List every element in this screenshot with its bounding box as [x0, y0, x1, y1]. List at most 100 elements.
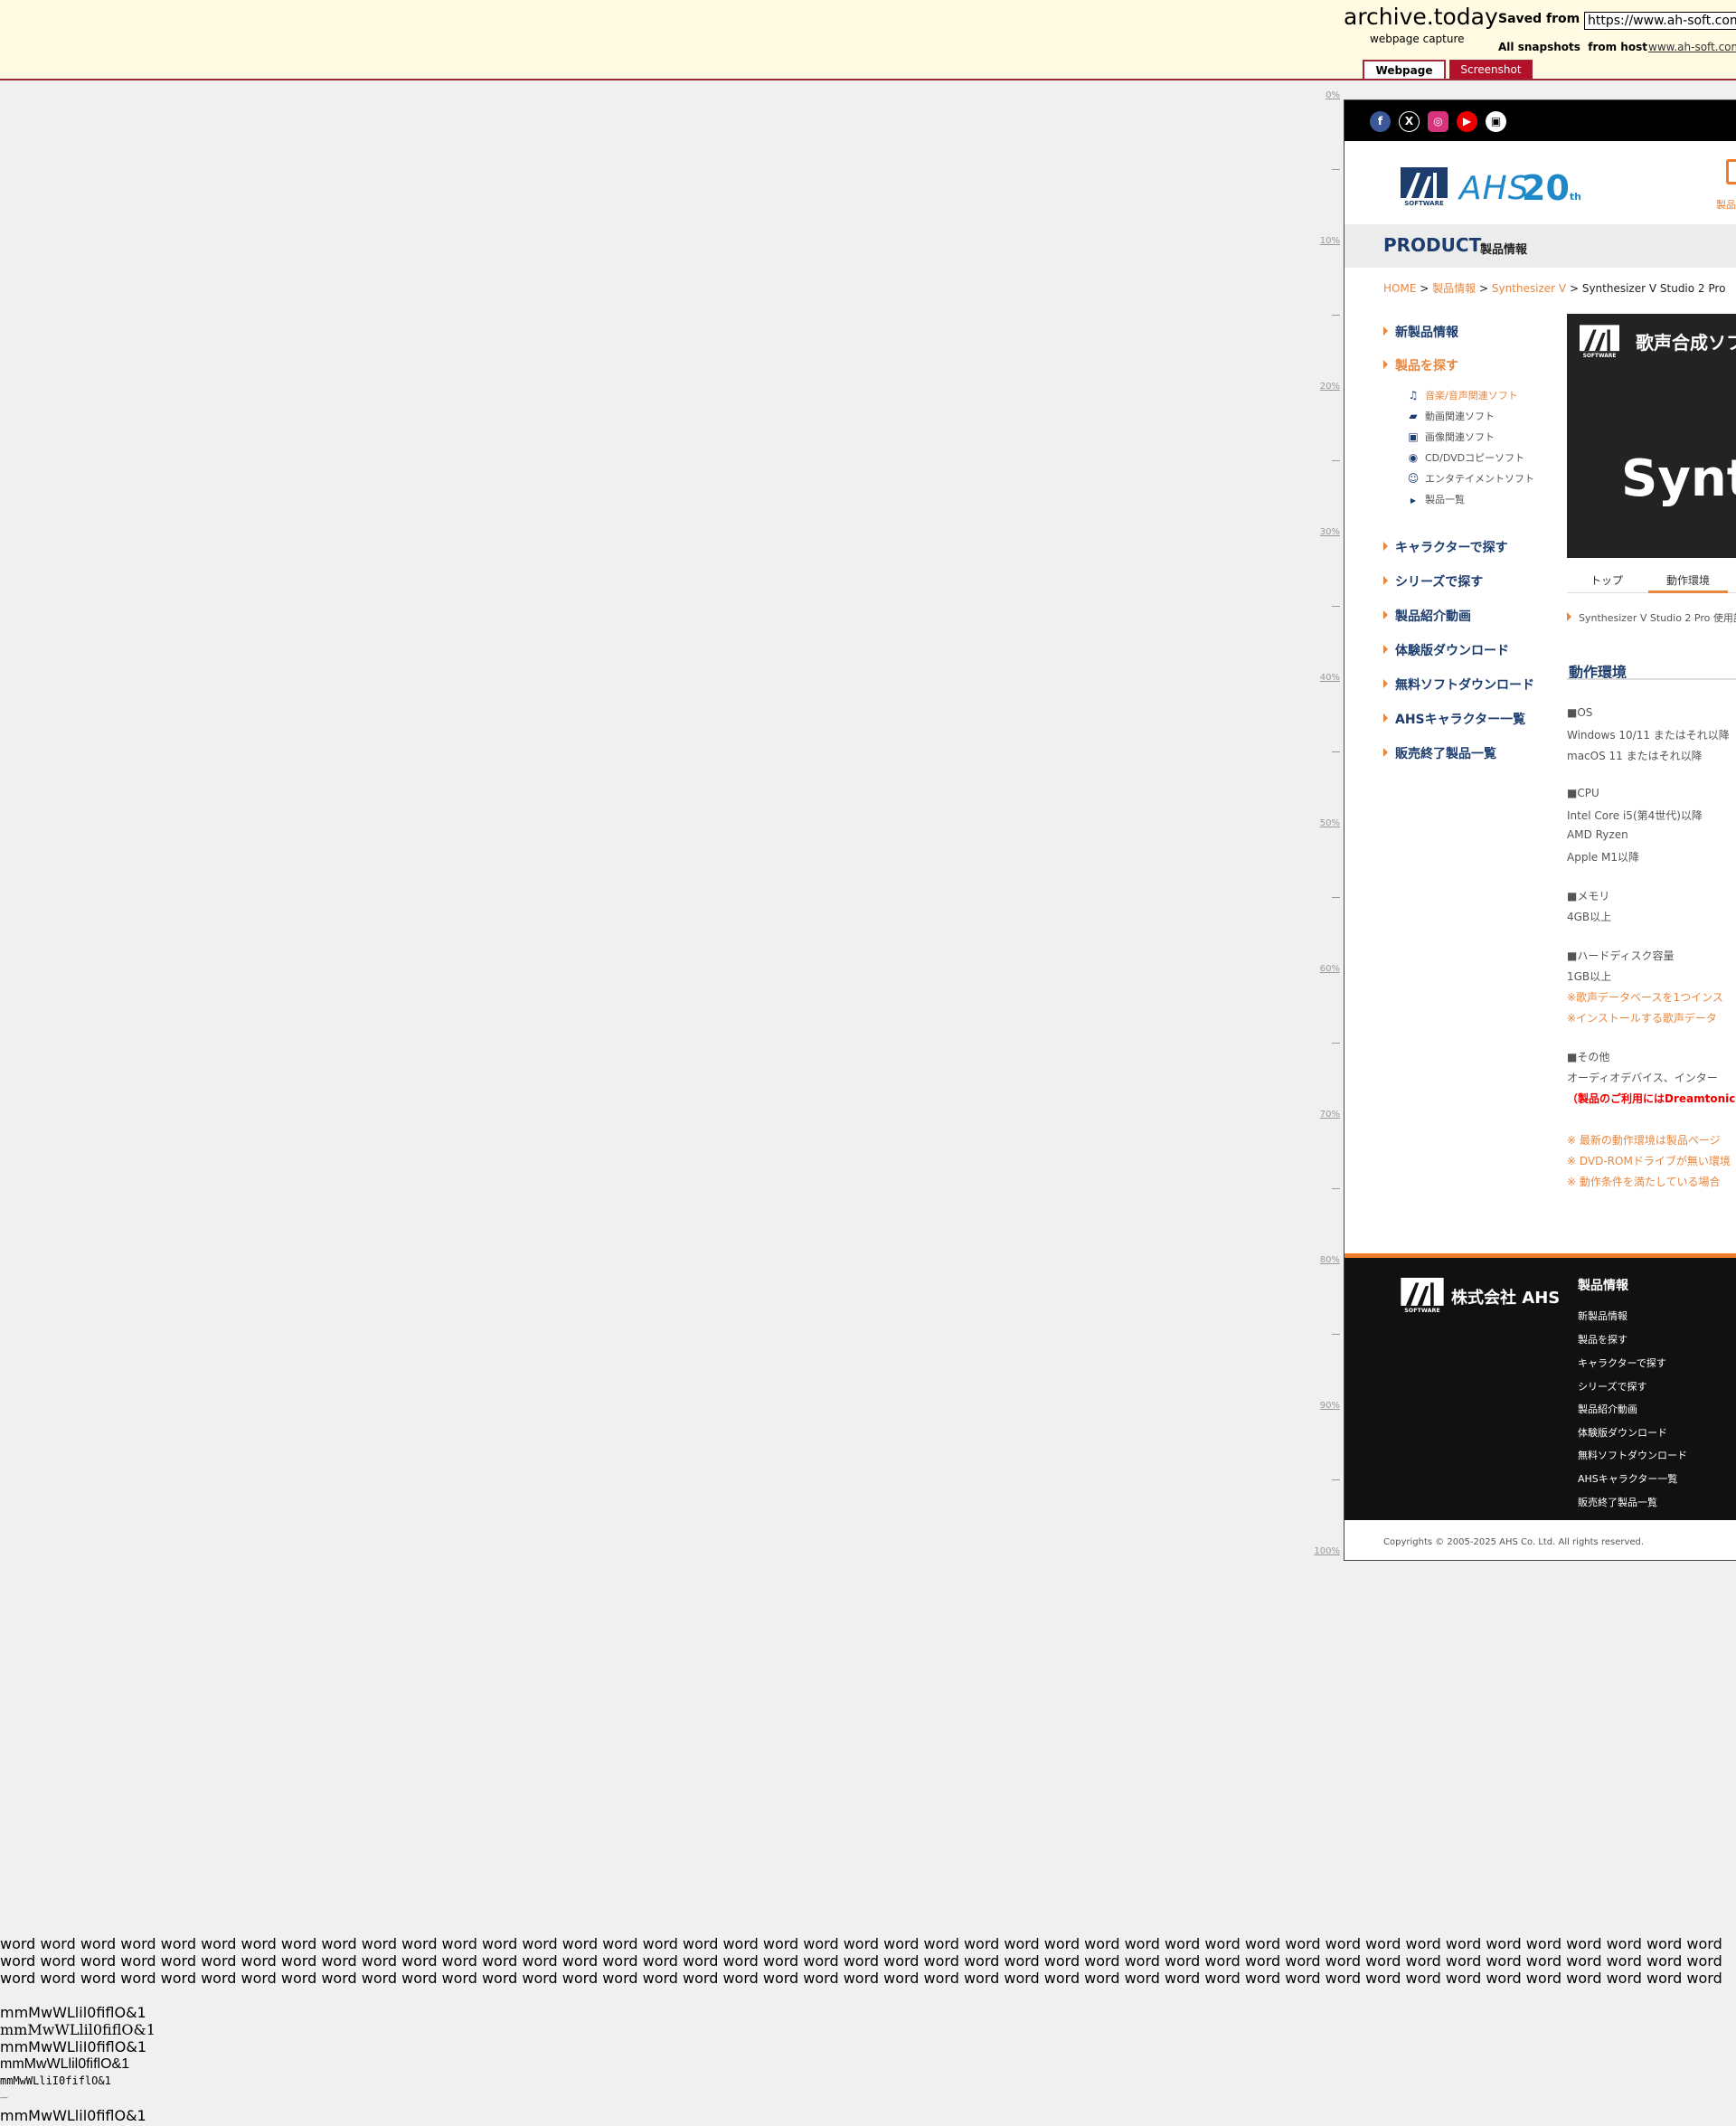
x-icon[interactable]: X [1399, 111, 1420, 132]
social-bar: f X ◎ ▶ ▣ [1344, 100, 1736, 141]
ruler-tick [1332, 1479, 1340, 1480]
sidebar-item-find-products[interactable]: 製品を探す [1383, 356, 1458, 374]
product-banner: SOFTWARE 歌声合成ソフ Synth [1567, 314, 1736, 558]
breadcrumb-products[interactable]: 製品情報 [1432, 282, 1476, 295]
sidebar-item-label: 製品を探す [1395, 359, 1458, 373]
ruler-tick [1332, 605, 1340, 607]
ruler-label[interactable]: 90% [1320, 1401, 1340, 1411]
spec-memory-line: 4GB以上 [1567, 911, 1612, 923]
archive-brand[interactable]: archive.today [1344, 5, 1498, 28]
ruler-label[interactable]: 10% [1320, 236, 1340, 246]
tab-top[interactable]: トップ [1567, 572, 1646, 588]
subnav-item-all-products[interactable]: ▶ 製品一覧 [1407, 492, 1465, 506]
copyright-bar: Copyrights © 2005-2025 AHS Co. Ltd. All … [1344, 1520, 1736, 1560]
spec-cpu-line: Intel Core i5(第4世代)以降 [1567, 809, 1703, 822]
sidebar-item-trial-download[interactable]: 体験版ダウンロード [1383, 641, 1509, 659]
product-tabs: トップ 動作環境 [1567, 569, 1736, 593]
sidebar-item-label: 販売終了製品一覧 [1395, 747, 1496, 761]
breadcrumb-home[interactable]: HOME [1383, 282, 1416, 295]
footer-link[interactable]: 製品紹介動画 [1578, 1402, 1637, 1416]
site-footer: SOFTWARE 株式会社 AHS 製品情報 新製品情報 製品を探す キャラクタ… [1344, 1253, 1736, 1520]
site-header: SOFTWARE AHS 20th 製品 [1344, 141, 1736, 224]
footer-link[interactable]: 新製品情報 [1578, 1309, 1628, 1323]
ruler-tick [1332, 459, 1340, 461]
sidebar-item-series[interactable]: シリーズで探す [1383, 572, 1483, 591]
ruler-label[interactable]: 100% [1314, 1546, 1340, 1556]
tab-webpage[interactable]: Webpage [1363, 60, 1446, 79]
ruler-tick [1332, 314, 1340, 316]
subnav-item-image[interactable]: ▣ 画像関連ソフト [1407, 430, 1495, 444]
sidebar-item-label: 無料ソフトダウンロード [1395, 678, 1534, 693]
footer-link[interactable]: 体験版ダウンロード [1578, 1425, 1667, 1440]
tab-system-requirements[interactable]: 動作環境 [1648, 572, 1728, 593]
footer-link[interactable]: AHSキャラクター一覧 [1578, 1471, 1677, 1486]
logo-mark-text: SOFTWARE [1404, 1308, 1440, 1314]
ruler-tick [1332, 896, 1340, 898]
footer-column-title[interactable]: 製品情報 [1578, 1276, 1628, 1294]
triangle-icon [1383, 576, 1388, 585]
niconico-icon[interactable]: ▣ [1486, 111, 1506, 132]
ruler-label[interactable]: 60% [1320, 964, 1340, 974]
sidebar-item-label: 新製品情報 [1395, 326, 1458, 340]
youtube-icon[interactable]: ▶ [1457, 111, 1477, 132]
subnav-item-music[interactable]: ♫ 音楽/音声関連ソフト [1407, 388, 1518, 402]
ruler-label[interactable]: 50% [1320, 818, 1340, 828]
glyph-probe: mmMwWLlil0fiflO&1 [0, 2021, 156, 2038]
subnav-item-video[interactable]: ▰ 動画関連ソフト [1407, 409, 1495, 423]
all-snapshots-link[interactable]: All snapshots [1498, 41, 1580, 53]
sidebar-item-discontinued[interactable]: 販売終了製品一覧 [1383, 744, 1496, 762]
spec-footnote: ※ 最新の動作環境は製品ページ [1567, 1134, 1721, 1147]
captured-page: f X ◎ ▶ ▣ SOFTWARE AHS 20th 製品 PRODUCT 製… [1344, 99, 1736, 1561]
ruler-tick [1332, 1042, 1340, 1044]
copyright-text: Copyrights © 2005-2025 AHS Co. Ltd. All … [1383, 1537, 1645, 1547]
spec-footnote: ※ 動作条件を満たしている場合 [1567, 1176, 1721, 1188]
triangle-icon [1383, 360, 1388, 369]
product-menu-label[interactable]: 製品 [1716, 197, 1736, 212]
subnav-item-entertainment[interactable]: ☺ エンタテイメントソフト [1407, 471, 1534, 486]
footer-link[interactable]: 販売終了製品一覧 [1578, 1495, 1657, 1509]
ruler-label[interactable]: 80% [1320, 1255, 1340, 1265]
sidebar-item-label: キャラクターで探す [1395, 541, 1508, 555]
music-note-icon: ♫ [1408, 389, 1419, 402]
footer-link[interactable]: 無料ソフトダウンロード [1578, 1448, 1687, 1462]
footer-link[interactable]: シリーズで探す [1578, 1379, 1646, 1394]
footer-link[interactable]: 製品を探す [1578, 1332, 1628, 1346]
subnav-item-disc[interactable]: ◉ CD/DVDコピーソフト [1407, 450, 1524, 465]
sidebar-item-character-list[interactable]: AHSキャラクター一覧 [1383, 710, 1525, 728]
sidebar-item-character[interactable]: キャラクターで探す [1383, 538, 1508, 556]
saved-url-field[interactable] [1584, 12, 1736, 30]
ruler-label[interactable]: 70% [1320, 1110, 1340, 1120]
breadcrumb-separator: > [1569, 282, 1579, 295]
font-test-block: word word word word word word word word … [0, 1935, 1736, 2124]
spec-other-line: オーディオデバイス、インター [1567, 1072, 1718, 1084]
spec-os-heading: ■OS [1567, 706, 1593, 719]
ruler-label[interactable]: 0% [1326, 90, 1340, 100]
ruler-label[interactable]: 40% [1320, 673, 1340, 683]
glyph-probe: mmMwWLlil0fiflO&1 [0, 2004, 146, 2021]
ahs-logo-text[interactable]: AHS [1459, 170, 1530, 207]
sidebar-item-videos[interactable]: 製品紹介動画 [1383, 607, 1471, 625]
triangle-icon [1383, 748, 1388, 757]
edition-link[interactable]: Synthesizer V Studio 2 Pro 使用許 [1567, 610, 1736, 625]
spec-cpu-heading: ■CPU [1567, 787, 1599, 799]
logo-mark-text: SOFTWARE [1583, 354, 1617, 359]
ruler-label[interactable]: 20% [1320, 382, 1340, 392]
sidebar-item-free-download[interactable]: 無料ソフトダウンロード [1383, 676, 1534, 694]
ruler-tick [1332, 168, 1340, 170]
from-host-label: from host [1588, 41, 1647, 53]
spec-other-heading: ■その他 [1567, 1051, 1610, 1063]
ahs-logo-mark[interactable]: SOFTWARE [1401, 167, 1448, 207]
ruler-label[interactable]: 30% [1320, 527, 1340, 537]
ahs-logo-mark[interactable]: SOFTWARE [1401, 1278, 1444, 1314]
breadcrumb-series[interactable]: Synthesizer V [1492, 282, 1566, 295]
footer-link[interactable]: キャラクターで探す [1578, 1356, 1666, 1370]
triangle-icon [1383, 610, 1388, 619]
all-snapshots-label: All snapshots from host [1498, 41, 1647, 53]
host-link[interactable]: www.ah-soft.com [1648, 41, 1736, 53]
product-icon[interactable] [1726, 159, 1736, 184]
facebook-icon[interactable]: f [1370, 111, 1391, 132]
sidebar-item-new-products[interactable]: 新製品情報 [1383, 323, 1458, 341]
tab-screenshot[interactable]: Screenshot [1449, 60, 1533, 79]
instagram-icon[interactable]: ◎ [1428, 111, 1448, 132]
